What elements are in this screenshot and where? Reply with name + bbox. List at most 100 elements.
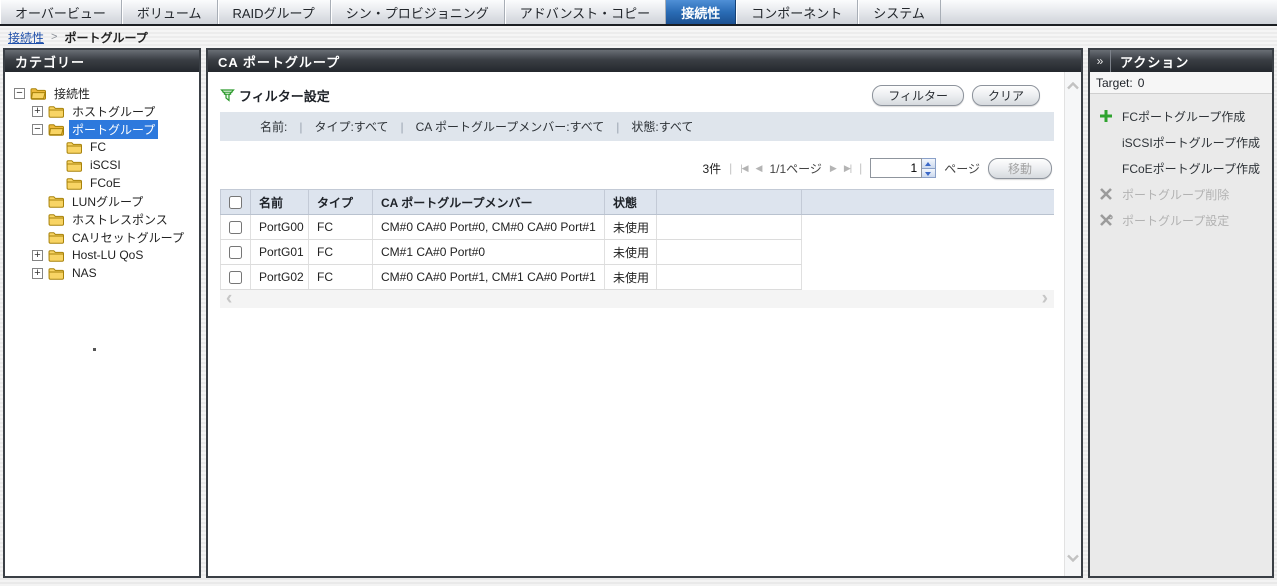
table-row[interactable]: PortG02 FC CM#0 CA#0 Port#1, CM#1 CA#0 P… [221, 265, 1055, 290]
action-label: FCポートグループ作成 [1122, 108, 1245, 125]
next-page-icon[interactable]: ▶ [830, 163, 836, 174]
prev-page-icon[interactable]: ◀ [756, 163, 762, 174]
tree-item-port-group[interactable]: ポートグループ [5, 120, 199, 138]
page-label: ページ [944, 160, 980, 177]
first-page-icon[interactable]: |◀ [740, 163, 747, 174]
closed-folder-icon [48, 213, 64, 226]
tab-thin-provisioning[interactable]: シン・プロビジョニング [331, 0, 505, 24]
action-label: ポートグループ設定 [1122, 212, 1229, 229]
page-spinner [922, 158, 936, 178]
tree-label[interactable]: ホストグループ [69, 102, 158, 121]
open-folder-icon [30, 87, 46, 100]
tab-volume[interactable]: ボリューム [122, 0, 218, 24]
row-checkbox[interactable] [229, 221, 242, 234]
tree-label[interactable]: LUNグループ [69, 192, 146, 211]
tree-label[interactable]: NAS [69, 265, 100, 281]
collapse-panel-button[interactable]: » [1090, 50, 1111, 72]
closed-folder-icon [66, 141, 82, 154]
tree-label-selected[interactable]: ポートグループ [69, 120, 158, 139]
tree-label[interactable]: 接続性 [51, 84, 93, 103]
scroll-left-icon[interactable]: ‹ [226, 292, 232, 306]
double-chevron-icon: » [1097, 54, 1104, 68]
filter-summary-member: CA ポートグループメンバー:すべて [416, 118, 605, 135]
page-number-input[interactable] [870, 158, 922, 178]
table-header-row: 名前 タイプ CA ポートグループメンバー 状態 [221, 190, 1055, 215]
filter-button[interactable]: フィルター [872, 85, 964, 106]
row-checkbox[interactable] [229, 271, 242, 284]
breadcrumb-link-connectivity[interactable]: 接続性 [8, 29, 44, 46]
breadcrumb: 接続性 > ポートグループ [0, 26, 1277, 48]
tab-component[interactable]: コンポーネント [736, 0, 858, 24]
filter-section-header: フィルター設定 フィルター クリア [220, 80, 1054, 110]
expand-expander-icon[interactable] [32, 106, 43, 117]
col-header-type[interactable]: タイプ [309, 190, 373, 215]
action-delete-port-group: ポートグループ削除 [1090, 182, 1272, 206]
tree-item-ca-reset-group[interactable]: CAリセットグループ [5, 228, 199, 246]
action-label: ポートグループ削除 [1122, 186, 1229, 203]
action-label: FCoEポートグループ作成 [1122, 160, 1260, 177]
action-create-fc-port-group[interactable]: FCポートグループ作成 [1090, 104, 1272, 128]
main-tabbar: オーバービュー ボリューム RAIDグループ シン・プロビジョニング アドバンス… [0, 0, 1277, 26]
go-page-button[interactable]: 移動 [988, 158, 1052, 179]
cell-status: 未使用 [605, 265, 657, 290]
tree-label[interactable]: FC [87, 139, 109, 155]
col-header-members[interactable]: CA ポートグループメンバー [373, 190, 605, 215]
main-panel-title: CA ポートグループ [208, 50, 1081, 72]
closed-folder-icon [48, 195, 64, 208]
expand-expander-icon[interactable] [32, 250, 43, 261]
spinner-down-icon[interactable] [922, 168, 935, 178]
col-header-name[interactable]: 名前 [251, 190, 309, 215]
table-row[interactable]: PortG00 FC CM#0 CA#0 Port#0, CM#0 CA#0 P… [221, 215, 1055, 240]
tree-item-iscsi[interactable]: iSCSI [5, 156, 199, 174]
tab-raid-group[interactable]: RAIDグループ [218, 0, 331, 24]
clear-button[interactable]: クリア [972, 85, 1040, 106]
category-panel-title: カテゴリー [5, 50, 199, 72]
tab-system[interactable]: システム [858, 0, 941, 24]
scroll-right-icon[interactable]: › [1042, 292, 1048, 306]
select-all-checkbox[interactable] [229, 196, 242, 209]
scroll-down-icon[interactable] [1067, 554, 1079, 562]
col-header-status[interactable]: 状態 [605, 190, 657, 215]
tree-item-fcoe[interactable]: FCoE [5, 174, 199, 192]
stray-dot [93, 348, 96, 351]
tree-item-host-lu-qos[interactable]: Host-LU QoS [5, 246, 199, 264]
filter-section-title: フィルター設定 [239, 86, 330, 105]
tab-overview[interactable]: オーバービュー [0, 0, 122, 24]
vertical-scrollbar[interactable] [1064, 72, 1081, 576]
closed-folder-icon [48, 231, 64, 244]
tab-advanced-copy[interactable]: アドバンスト・コピー [505, 0, 666, 24]
table-row[interactable]: PortG01 FC CM#1 CA#0 Port#0 未使用 [221, 240, 1055, 265]
action-create-fcoe-port-group[interactable]: FCoEポートグループ作成 [1090, 156, 1272, 180]
tree-item-lun-group[interactable]: LUNグループ [5, 192, 199, 210]
collapse-expander-icon[interactable] [14, 88, 25, 99]
category-tree: 接続性 ホストグループ ポートグループ FC iSCSI [5, 72, 199, 576]
row-checkbox[interactable] [229, 246, 242, 259]
tree-item-nas[interactable]: NAS [5, 264, 199, 282]
tree-item-host-group[interactable]: ホストグループ [5, 102, 199, 120]
cell-status: 未使用 [605, 215, 657, 240]
tree-label[interactable]: FCoE [87, 175, 124, 191]
tree-label[interactable]: iSCSI [87, 157, 124, 173]
last-page-icon[interactable]: ▶| [844, 163, 851, 174]
cell-name: PortG01 [251, 240, 309, 265]
tree-item-fc[interactable]: FC [5, 138, 199, 156]
action-create-iscsi-port-group[interactable]: iSCSIポートグループ作成 [1090, 130, 1272, 154]
horizontal-scrollbar[interactable]: ‹ › [220, 290, 1054, 308]
tree-label[interactable]: CAリセットグループ [69, 228, 187, 247]
tree-item-connectivity[interactable]: 接続性 [5, 84, 199, 102]
tree-item-host-response[interactable]: ホストレスポンス [5, 210, 199, 228]
expand-expander-icon[interactable] [32, 268, 43, 279]
action-label: iSCSIポートグループ作成 [1122, 134, 1260, 151]
tree-label[interactable]: ホストレスポンス [69, 210, 171, 229]
collapse-expander-icon[interactable] [32, 124, 43, 135]
filter-summary-status: 状態:すべて [631, 118, 693, 135]
tab-connectivity[interactable]: 接続性 [666, 0, 736, 24]
cell-name: PortG00 [251, 215, 309, 240]
spinner-up-icon[interactable] [922, 159, 935, 168]
main-content: フィルター設定 フィルター クリア 名前: | タイプ:すべて | CA ポート… [208, 72, 1064, 576]
filter-summary-type: タイプ:すべて [314, 118, 388, 135]
tree-label[interactable]: Host-LU QoS [69, 247, 146, 263]
cell-status: 未使用 [605, 240, 657, 265]
breadcrumb-separator: > [51, 31, 57, 43]
scroll-up-icon[interactable] [1067, 82, 1079, 90]
